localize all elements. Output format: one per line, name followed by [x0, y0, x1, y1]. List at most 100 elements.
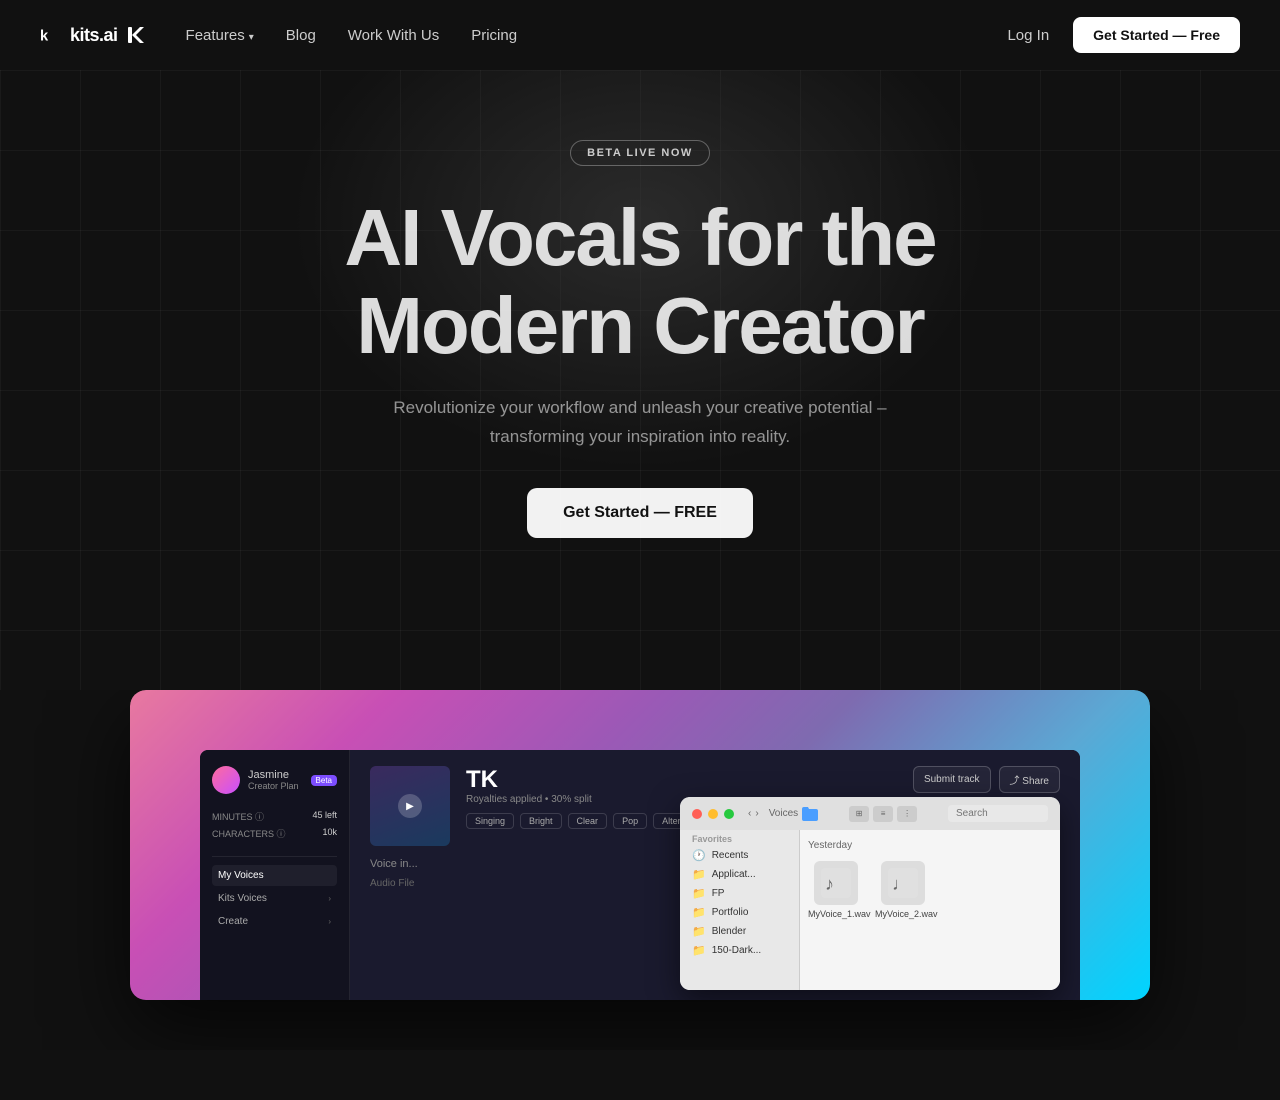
fp-favorites-label: Favorites [680, 830, 799, 846]
fp-list-icon[interactable]: ≡ [873, 806, 893, 822]
fp-sidebar-recents[interactable]: 🕐 Recents [680, 846, 799, 865]
fp-sidebar-150dark[interactable]: 📁 150-Dark... [680, 941, 799, 960]
fp-dropdown-icon[interactable]: ⋮ [897, 806, 917, 822]
create-arrow-icon: › [328, 917, 331, 926]
tag-bright: Bright [520, 813, 562, 829]
fp-blender-label: Blender [712, 926, 746, 937]
sidebar-item-my-voices[interactable]: My Voices [212, 865, 337, 886]
fp-path: ‹ › Voices [748, 807, 818, 821]
fp-sidebar-blender[interactable]: 📁 Blender [680, 922, 799, 941]
track-details: TK Royalties applied • 30% split Singing… [466, 766, 714, 829]
fp-file-1-name: MyVoice_1.wav [808, 909, 863, 919]
sidebar-divider [212, 856, 337, 857]
navbar: k kits.ai Features Blog Work With Us Pri… [0, 0, 1280, 70]
fp-portfolio-label: Portfolio [712, 907, 749, 918]
play-button-small[interactable]: ▶ [398, 794, 422, 818]
app-preview-section: Jasmine Creator Plan Beta MINUTES ⓘ 45 l… [0, 690, 1280, 1050]
screenshot-background: Jasmine Creator Plan Beta MINUTES ⓘ 45 l… [130, 690, 1150, 1000]
hero-cta-button[interactable]: Get Started — FREE [527, 488, 753, 538]
nav-links: Features Blog Work With Us Pricing [186, 27, 518, 44]
track-actions: Submit track ⤴ Share [913, 766, 1060, 793]
fp-sidebar: Favorites 🕐 Recents 📁 Applicat... [680, 830, 800, 990]
features-link[interactable]: Features [186, 27, 254, 44]
fp-search-input[interactable] [948, 805, 1048, 822]
sidebar-plan: Creator Plan [248, 781, 299, 791]
nav-left: k kits.ai Features Blog Work With Us Pri… [40, 24, 517, 46]
sidebar-username: Jasmine [248, 769, 299, 781]
fp-date-label: Yesterday [808, 838, 1052, 853]
stat-characters-label: CHARACTERS ⓘ [212, 827, 286, 840]
fp-sidebar-portfolio[interactable]: 📁 Portfolio [680, 903, 799, 922]
track-tags: Singing Bright Clear Pop Alternative [466, 813, 714, 829]
features-chevron-icon [249, 27, 254, 44]
logo[interactable]: k kits.ai [40, 24, 146, 46]
submit-track-button[interactable]: Submit track [913, 766, 991, 793]
track-title: TK [466, 766, 714, 794]
login-button[interactable]: Log In [1007, 27, 1049, 44]
stat-minutes-label: MINUTES ⓘ [212, 810, 264, 823]
logo-k-icon [126, 25, 146, 45]
fp-recents-label: Recents [712, 850, 749, 861]
hero-title: AI Vocals for the Modern Creator [344, 194, 935, 370]
stat-characters: CHARACTERS ⓘ 10k [212, 827, 337, 840]
logo-text: kits.ai [70, 25, 118, 46]
fp-portfolio-icon: 📁 [692, 906, 706, 919]
svg-text:k: k [40, 29, 49, 45]
share-button[interactable]: ⤴ Share [999, 766, 1060, 793]
svg-text:♩: ♩ [892, 874, 910, 894]
sidebar-user-info: Jasmine Creator Plan Beta [212, 766, 337, 794]
stat-minutes-value: 45 left [312, 810, 337, 823]
track-royalty: Royalties applied • 30% split [466, 794, 714, 805]
sidebar-avatar [212, 766, 240, 794]
fp-blender-icon: 📁 [692, 925, 706, 938]
sidebar-beta-badge: Beta [311, 775, 337, 786]
bottom-section [0, 1050, 1280, 1100]
sidebar-item-kits-voices[interactable]: Kits Voices › [212, 888, 337, 909]
fp-sidebar-fp[interactable]: 📁 FP [680, 884, 799, 903]
fp-body: Favorites 🕐 Recents 📁 Applicat... [680, 830, 1060, 990]
app-sidebar: Jasmine Creator Plan Beta MINUTES ⓘ 45 l… [200, 750, 350, 1000]
fp-application-icon: 📁 [692, 868, 706, 881]
sidebar-item-create[interactable]: Create › [212, 911, 337, 932]
fp-fp-label: FP [712, 888, 725, 899]
fp-file-2[interactable]: ♩ MyVoice_2.wav [875, 861, 930, 919]
wav-file-icon-1: ♪ [821, 868, 851, 898]
beta-badge: BETA LIVE NOW [570, 140, 710, 166]
fp-file-1[interactable]: ♪ MyVoice_1.wav [808, 861, 863, 919]
tag-singing: Singing [466, 813, 514, 829]
fp-sidebar-application[interactable]: 📁 Applicat... [680, 865, 799, 884]
svg-text:♪: ♪ [825, 874, 834, 894]
fp-minimize-dot [708, 809, 718, 819]
fp-recents-icon: 🕐 [692, 849, 706, 862]
fp-file-2-name: MyVoice_2.wav [875, 909, 930, 919]
wav-file-icon-2: ♩ [888, 868, 918, 898]
track-thumbnail-image: ▶ [370, 766, 450, 846]
sidebar-user-details: Jasmine Creator Plan [248, 769, 299, 791]
tag-clear: Clear [568, 813, 608, 829]
fp-150dark-icon: 📁 [692, 944, 706, 957]
fp-close-dot [692, 809, 702, 819]
pricing-link[interactable]: Pricing [471, 27, 517, 44]
fp-expand-dot [724, 809, 734, 819]
file-picker: ‹ › Voices ⊞ ≡ ⋮ [680, 797, 1060, 990]
fp-nav-icons: ⊞ ≡ ⋮ [849, 806, 917, 822]
nav-right: Log In Get Started — Free [1007, 17, 1240, 53]
fp-150dark-label: 150-Dark... [712, 945, 761, 956]
fp-file-1-icon: ♪ [814, 861, 858, 905]
track-thumbnail: ▶ [370, 766, 450, 846]
hero-subtitle: Revolutionize your workflow and unleash … [380, 394, 900, 452]
fp-grid-icon[interactable]: ⊞ [849, 806, 869, 822]
stat-minutes: MINUTES ⓘ 45 left [212, 810, 337, 823]
fp-application-label: Applicat... [712, 869, 756, 880]
fp-main-content: Yesterday ♪ [800, 830, 1060, 990]
work-with-us-link[interactable]: Work With Us [348, 27, 439, 44]
nav-cta-button[interactable]: Get Started — Free [1073, 17, 1240, 53]
hero-section: BETA LIVE NOW AI Vocals for the Modern C… [0, 70, 1280, 690]
blog-link[interactable]: Blog [286, 27, 316, 44]
fp-fp-icon: 📁 [692, 887, 706, 900]
sidebar-item-my-voices-label: My Voices [218, 870, 264, 881]
screenshot-wrapper: Jasmine Creator Plan Beta MINUTES ⓘ 45 l… [130, 690, 1150, 1000]
kits-voices-arrow-icon: › [328, 894, 331, 903]
file-picker-header: ‹ › Voices ⊞ ≡ ⋮ [680, 797, 1060, 830]
tag-pop: Pop [613, 813, 647, 829]
